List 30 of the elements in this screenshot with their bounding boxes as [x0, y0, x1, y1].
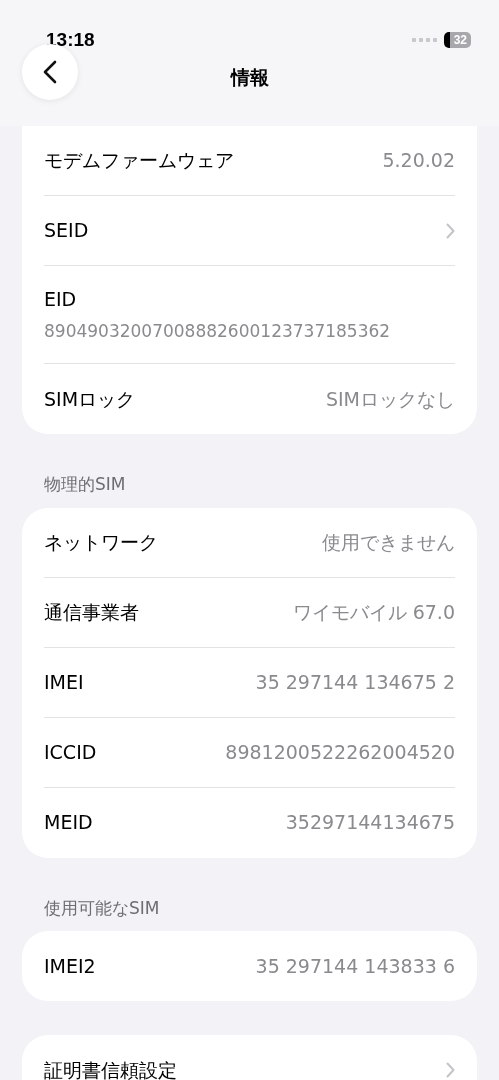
row-value: ワイモバイル 67.0	[292, 599, 455, 625]
row-value: SIMロックなし	[325, 386, 455, 412]
row-value: 5.20.02	[382, 148, 455, 174]
signal-icon	[411, 38, 438, 42]
row-label: IMEI2	[44, 953, 96, 979]
row-value: 89049032007008882600123737185362	[44, 320, 392, 343]
back-button[interactable]	[22, 44, 78, 100]
row-label: 通信事業者	[44, 599, 139, 625]
row-label: ネットワーク	[44, 529, 158, 555]
status-time: 13:18	[46, 27, 95, 52]
chevron-icon	[446, 1062, 455, 1078]
section-header: 物理的SIM	[44, 474, 126, 494]
list-item[interactable]: 証明書信頼設定	[44, 1035, 455, 1080]
nav-title: 情報	[230, 64, 269, 90]
row-label: モデムファームウェア	[44, 148, 234, 174]
row-value: 使用できません	[322, 529, 455, 555]
row-label: ICCID	[44, 739, 97, 765]
row-label: SIMロック	[44, 386, 136, 412]
row-value: 35 297144 143833 6	[255, 953, 455, 979]
row-label: IMEI	[44, 669, 84, 695]
row-value: 35297144134675	[285, 810, 455, 836]
back-icon	[43, 60, 57, 84]
chevron-icon	[446, 222, 455, 239]
row-value: 8981200522262004520	[225, 739, 455, 765]
row-label: MEID	[44, 810, 93, 836]
section-header: 使用可能なSIM	[44, 897, 160, 918]
row-value: 35 297144 134675 2	[255, 669, 455, 695]
row-label: EID	[44, 286, 78, 312]
list-item[interactable]: SEID	[44, 196, 455, 266]
battery-indicator: 32	[443, 32, 471, 48]
